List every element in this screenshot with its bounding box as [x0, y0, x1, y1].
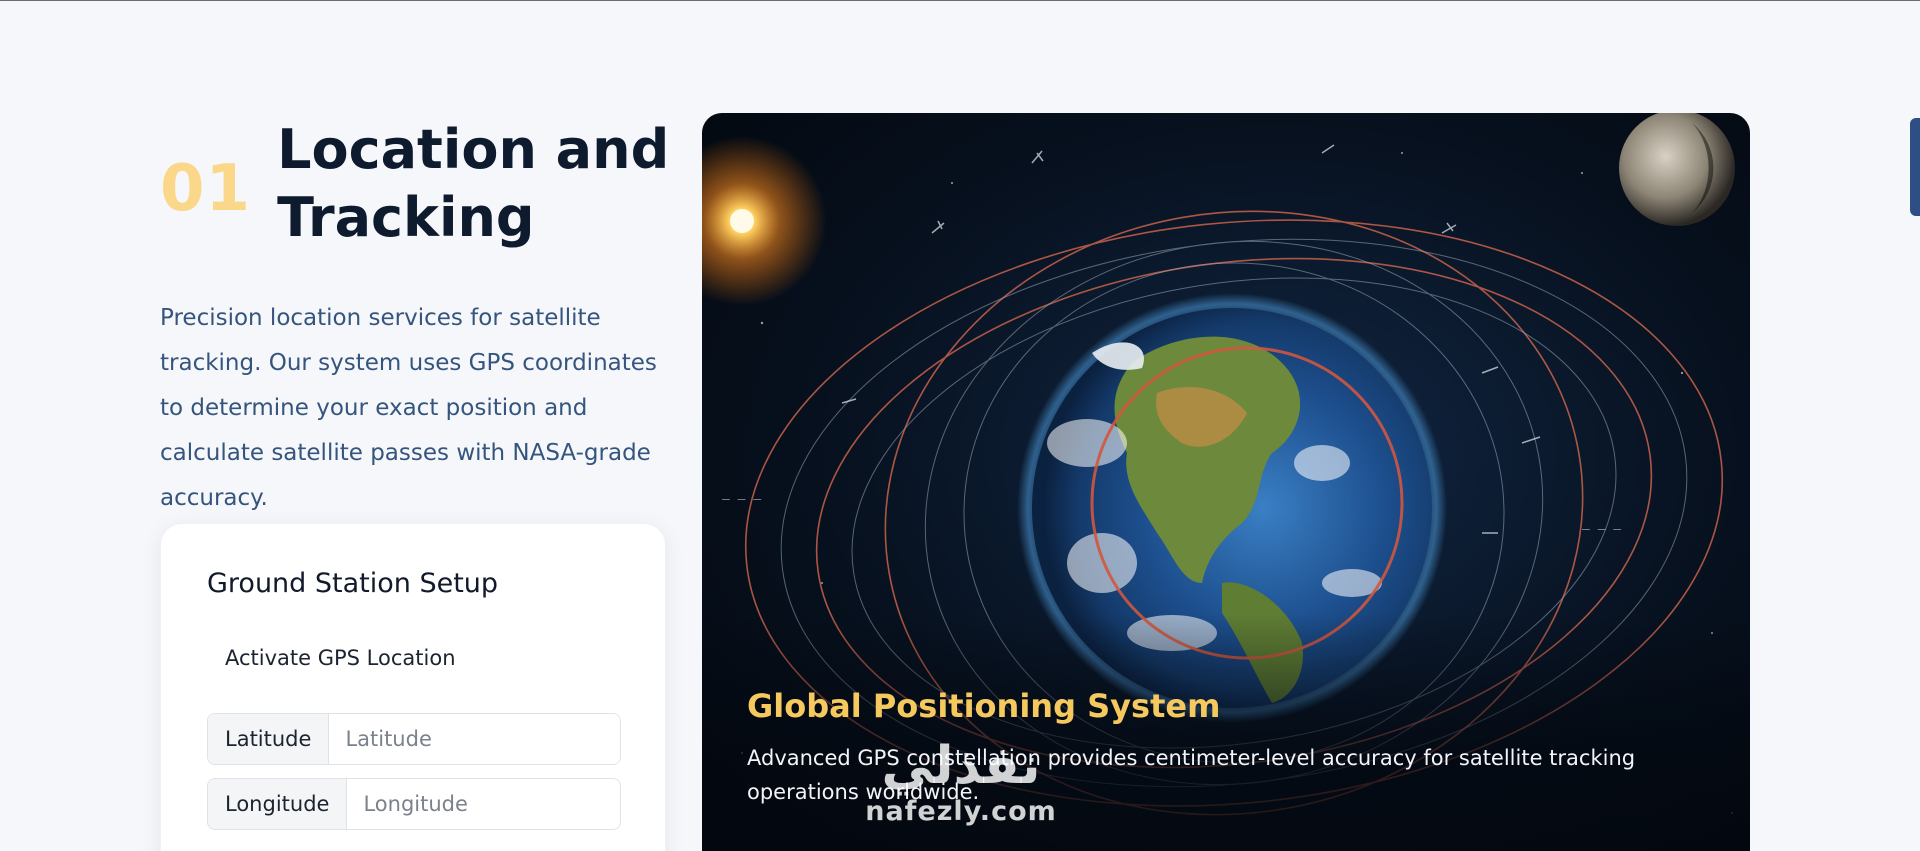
latitude-input[interactable] — [329, 714, 620, 764]
activate-gps-button[interactable]: Activate GPS Location — [207, 636, 474, 680]
latitude-input-group: Latitude — [207, 713, 621, 765]
card-title: Ground Station Setup — [207, 568, 499, 599]
side-scroll-tab[interactable] — [1910, 118, 1920, 216]
page: 01 Location and Tracking Precision locat… — [0, 0, 1920, 851]
section-number: 01 — [160, 152, 252, 226]
section-header: 01 Location and Tracking — [160, 116, 677, 252]
longitude-label: Longitude — [208, 779, 348, 829]
longitude-input[interactable] — [347, 779, 620, 829]
moon-icon — [1619, 113, 1735, 226]
hero-image-card: — — — — — — Global Positioning System Ad… — [702, 113, 1750, 851]
longitude-input-group: Longitude — [207, 778, 621, 830]
hero-overlay — [702, 613, 1750, 851]
hero-text: Advanced GPS constellation provides cent… — [747, 746, 1636, 804]
section-title: Location and Tracking — [277, 118, 670, 249]
svg-text:— — —: — — — — [722, 492, 761, 507]
svg-text:— — —: — — — — [1582, 522, 1621, 537]
section-description: Precision location services for satellit… — [160, 305, 657, 511]
sun-icon — [702, 136, 827, 306]
latitude-label: Latitude — [208, 714, 330, 764]
ground-station-card: Ground Station Setup Activate GPS Locati… — [160, 523, 666, 851]
hero-title: Global Positioning System — [747, 687, 1221, 725]
